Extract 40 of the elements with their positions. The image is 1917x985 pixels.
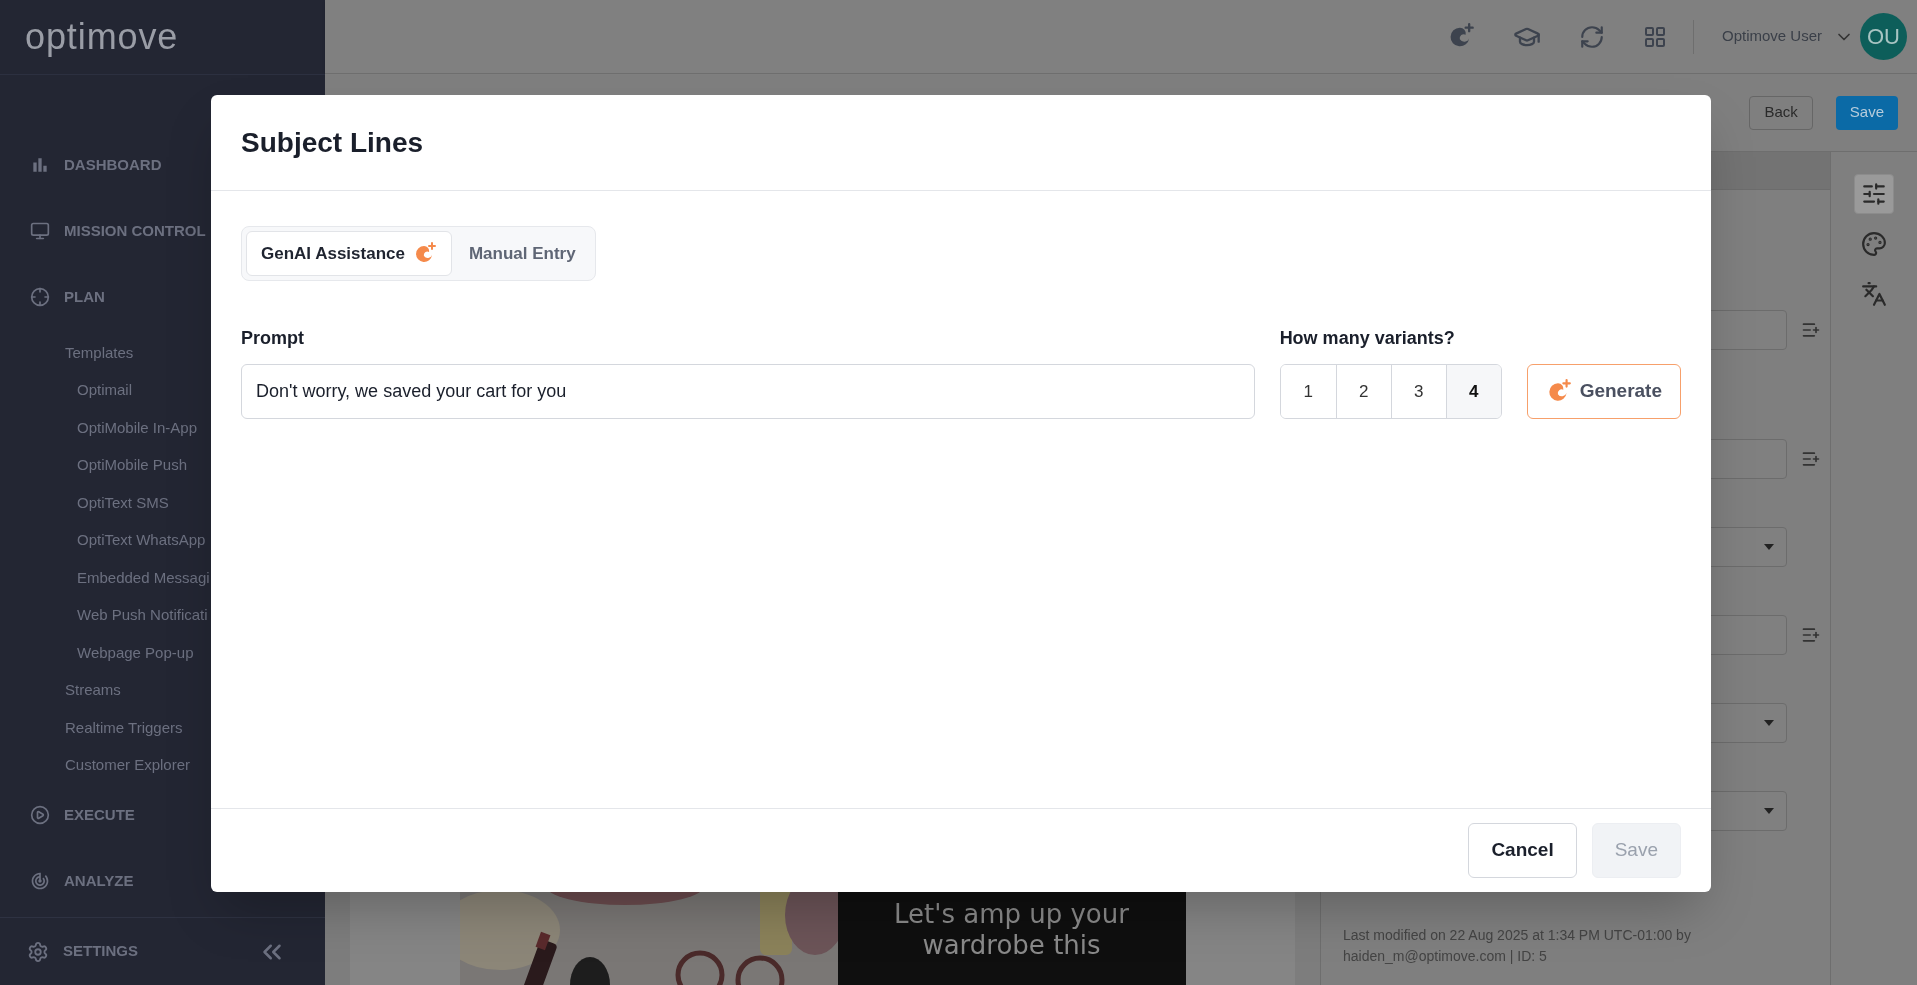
- variant-option[interactable]: 4: [1445, 365, 1501, 418]
- bar-chart-icon: [30, 155, 50, 175]
- side-tool-button[interactable]: [1854, 174, 1894, 214]
- back-button[interactable]: Back: [1749, 95, 1813, 130]
- refresh-icon[interactable]: [1578, 23, 1605, 50]
- variants-label: How many variants?: [1279, 327, 1456, 350]
- prompt-field[interactable]: Don't worry, we saved your cart for you: [241, 364, 1255, 419]
- add-list-icon[interactable]: [1801, 320, 1821, 340]
- mode-tab[interactable]: Manual Entry: [453, 231, 591, 276]
- caret-down-icon: [1764, 808, 1774, 814]
- user-name[interactable]: Optimove User: [1721, 25, 1822, 48]
- settings-link[interactable]: SETTINGS: [63, 940, 138, 963]
- monitor-icon: [30, 221, 50, 241]
- sidebar-section[interactable]: PLAN: [64, 285, 105, 309]
- add-list-icon[interactable]: [1801, 449, 1821, 469]
- sidebar-section[interactable]: ANALYZE: [64, 869, 134, 893]
- caret-down-icon: [1764, 544, 1774, 550]
- last-modified-note: Last modified on 22 Aug 2025 at 1:34 PM UTC-01:00 by haiden_m@optimove.com | ID: 5: [1342, 926, 1692, 966]
- dialog-title: Subject Lines: [241, 125, 424, 160]
- promo-headline: Let's amp up your wardrobe this: [893, 899, 1130, 962]
- settings-icon: [27, 940, 49, 963]
- sidebar-section[interactable]: EXECUTE: [64, 803, 135, 827]
- palette-icon: [1861, 231, 1887, 257]
- translate-icon: [1861, 281, 1887, 307]
- add-list-icon[interactable]: [1801, 625, 1821, 645]
- prompt-label: Prompt: [241, 327, 305, 350]
- brand-logo[interactable]: optimove: [25, 19, 179, 55]
- save-button[interactable]: Save: [1835, 95, 1898, 130]
- settings-sliders-icon: [1861, 181, 1887, 207]
- target-icon: [30, 871, 50, 891]
- play-icon: [30, 805, 50, 825]
- crosshair-icon: [30, 287, 50, 307]
- grid-icon[interactable]: [1642, 24, 1667, 49]
- sidebar-section[interactable]: MISSION CONTROL: [64, 219, 206, 243]
- generate-button[interactable]: Generate: [1526, 364, 1681, 419]
- cancel-button[interactable]: Cancel: [1468, 823, 1577, 878]
- caret-down-icon: [1764, 720, 1774, 726]
- user-avatar[interactable]: OU: [1860, 13, 1907, 60]
- mode-tab[interactable]: GenAI Assistance: [246, 231, 452, 276]
- sidebar-section[interactable]: DASHBOARD: [64, 153, 162, 177]
